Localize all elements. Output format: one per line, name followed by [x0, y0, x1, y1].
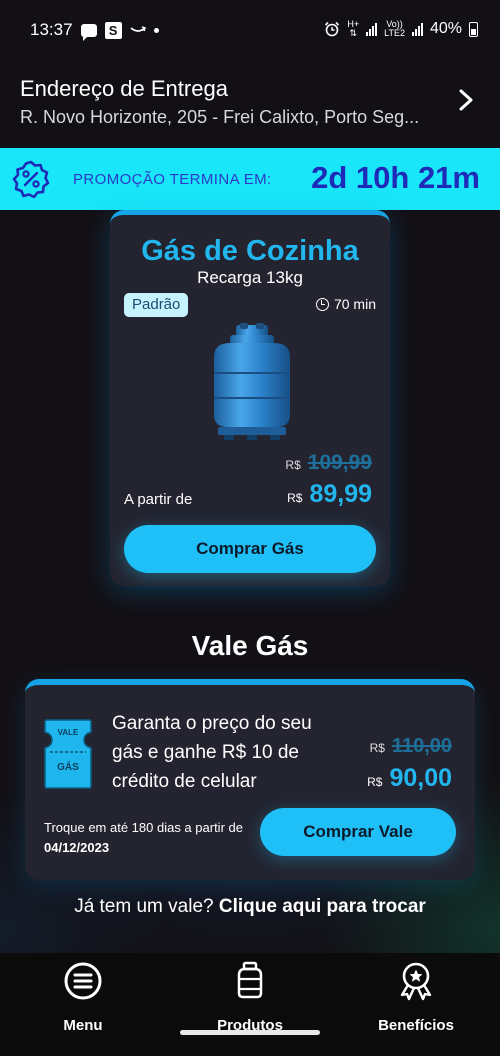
signal-bars-1-icon: [366, 22, 378, 36]
s-app-notification-icon: S: [104, 21, 122, 39]
vale-old-price-value: 110,00: [391, 735, 452, 757]
vale-old-currency: R$: [369, 741, 385, 755]
gas-product-card[interactable]: Gás de Cozinha Recarga 13kg Padrão 70 mi…: [110, 210, 390, 586]
gas-cylinder-image: [214, 323, 290, 440]
menu-icon: [64, 962, 102, 1000]
buy-vale-button[interactable]: Comprar Vale: [260, 808, 456, 856]
old-price: R$ 109,99: [285, 451, 372, 475]
old-currency: R$: [285, 458, 301, 472]
trade-voucher-link[interactable]: Clique aqui para trocar: [219, 896, 426, 917]
vale-current-price: R$ 90,00: [367, 764, 452, 793]
delivery-address-selector[interactable]: Endereço de Entrega R. Novo Horizonte, 2…: [0, 62, 500, 148]
bottom-navigation: Menu Produtos Benefícios: [0, 953, 500, 1056]
status-right: H+ ⇅ Vo)) LTE2 40%: [324, 20, 478, 38]
vale-note-date: 04/12/2023: [44, 840, 110, 855]
chevron-right-icon[interactable]: [456, 88, 476, 112]
status-bar: 13:37 S H+ ⇅ Vo)) LTE2 40%: [0, 0, 500, 62]
product-tag-badge: Padrão: [124, 293, 189, 317]
from-label: A partir de: [124, 491, 193, 508]
battery-percent: 40%: [429, 20, 462, 37]
vale-current-price-value: 90,00: [389, 764, 452, 792]
network-hplus-indicator: H+ ⇅: [347, 19, 360, 38]
vale-note-text: Troque em até 180 dias a partir de: [44, 820, 243, 835]
promo-countdown: 2d 10h 21m: [311, 160, 480, 195]
voucher-ticket-icon: VALE GÁS: [44, 719, 92, 789]
vale-old-price: R$ 110,00: [370, 735, 452, 758]
trade-prefix: Já tem um vale?: [74, 896, 219, 917]
ticket-line-2: GÁS: [57, 760, 79, 773]
ticket-line-1: VALE: [58, 728, 79, 737]
vale-description: Garanta o preço do seu gás e ganhe R$ 10…: [112, 713, 312, 792]
trade-voucher-line: Já tem um vale? Clique aqui para trocar: [0, 896, 500, 918]
alarm-icon: [325, 21, 340, 37]
status-time: 13:37: [30, 20, 73, 39]
nav-item-menu[interactable]: Menu: [23, 961, 143, 1034]
vale-expiry-note: Troque em até 180 dias a partir de 04/12…: [44, 818, 264, 858]
amazon-notification-icon: [129, 26, 146, 32]
current-price: R$ 89,99: [287, 480, 372, 509]
battery-icon: [469, 21, 478, 37]
product-subtitle: Recarga 13kg: [197, 268, 303, 287]
nav-item-beneficios[interactable]: Benefícios: [356, 961, 476, 1034]
award-badge-icon: [400, 962, 432, 1001]
network-hplus-label: H+: [347, 19, 360, 29]
lte-label: LTE2: [384, 28, 405, 38]
currency: R$: [287, 491, 303, 505]
chat-notification-icon: [80, 23, 97, 41]
signal-bars-2-icon: [411, 22, 423, 36]
address-line: R. Novo Horizonte, 205 - Frei Calixto, P…: [20, 107, 420, 127]
home-indicator[interactable]: [180, 1030, 320, 1035]
nav-label-menu: Menu: [63, 1017, 103, 1034]
buy-gas-button[interactable]: Comprar Gás: [124, 525, 376, 573]
discount-percent-icon: [12, 160, 50, 198]
delivery-time: 70 min: [315, 296, 376, 312]
promo-banner: PROMOÇÃO TERMINA EM: 2d 10h 21m: [0, 148, 500, 210]
nav-item-produtos[interactable]: Produtos: [190, 961, 310, 1034]
delivery-time-label: 70 min: [333, 296, 376, 312]
vale-currency: R$: [367, 775, 383, 789]
gas-cylinder-icon: [237, 961, 263, 999]
volte-indicator: Vo)) LTE2: [384, 20, 405, 38]
product-title: Gás de Cozinha: [141, 235, 359, 267]
nav-label-beneficios: Benefícios: [378, 1017, 454, 1034]
status-left: 13:37 S: [30, 20, 159, 41]
vale-gas-card[interactable]: VALE GÁS Garanta o preço do seu gás e ga…: [25, 679, 475, 880]
clock-icon: [315, 297, 329, 311]
old-price-value: 109,99: [307, 451, 372, 474]
more-notifications-dot-icon: [153, 27, 159, 33]
current-price-value: 89,99: [309, 480, 372, 508]
vale-gas-heading: Vale Gás: [191, 630, 309, 661]
address-title: Endereço de Entrega: [20, 76, 228, 101]
promo-label: PROMOÇÃO TERMINA EM:: [73, 171, 272, 188]
